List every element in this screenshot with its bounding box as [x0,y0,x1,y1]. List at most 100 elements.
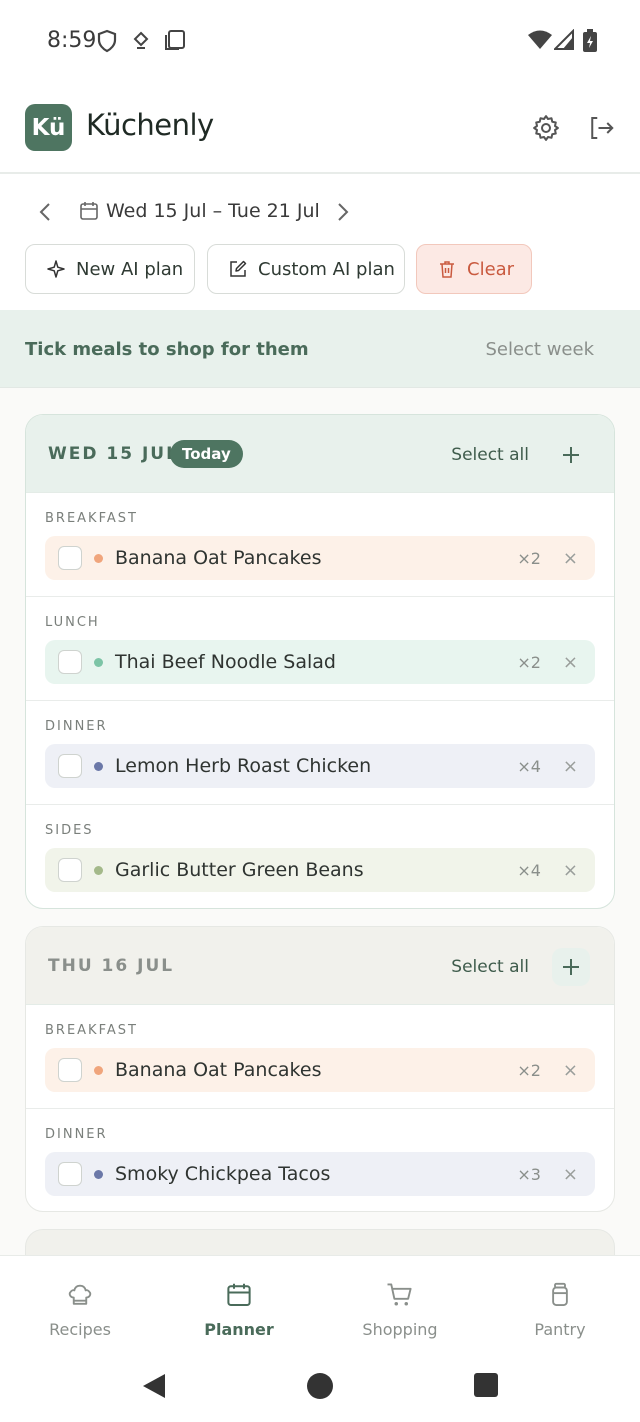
meal-slot-breakfast: BREAKFAST Banana Oat Pancakes ×2 × [26,1005,614,1109]
select-all-button[interactable]: Select all [451,445,529,465]
category-dot [94,1065,103,1075]
today-badge: Today [170,440,243,468]
screenshot-icon [164,29,186,56]
category-dot [94,865,103,875]
clear-label: Clear [467,258,515,280]
remove-meal-button[interactable]: × [563,548,578,569]
meal-checkbox[interactable] [58,546,82,570]
select-week-button[interactable]: Select week [485,339,594,360]
nav-planner[interactable]: Planner [159,1256,319,1356]
meal-checkbox[interactable] [58,1162,82,1186]
remove-meal-button[interactable]: × [563,1164,578,1185]
settings-button[interactable] [530,112,562,144]
meal-item[interactable]: Lemon Herb Roast Chicken ×4 × [45,744,595,788]
remove-meal-button[interactable]: × [563,652,578,673]
back-icon[interactable] [141,1372,167,1400]
shopping-cart-icon [385,1280,415,1315]
logout-button[interactable] [585,112,617,144]
meal-servings: ×4 [517,860,541,880]
recents-icon[interactable] [474,1373,498,1397]
meal-servings: ×2 [517,1060,541,1080]
shopping-hint-bar: Tick meals to shop for them Select week [0,310,640,388]
remove-meal-button[interactable]: × [563,756,578,777]
meal-checkbox[interactable] [58,1058,82,1082]
calendar-icon [79,201,99,226]
meal-item[interactable]: Smoky Chickpea Tacos ×3 × [45,1152,595,1196]
logout-icon [591,117,614,139]
sparkle-icon [47,260,65,278]
home-icon[interactable] [306,1372,334,1400]
day-card: THU 16 JUL Select all BREAKFAST Banana O… [25,926,615,1212]
category-dot [94,657,103,667]
app-title: Küchenly [86,108,214,142]
meal-checkbox[interactable] [58,858,82,882]
meal-servings: ×2 [517,652,541,672]
add-meal-button[interactable] [552,948,590,986]
day-card: WED 15 JUL Today Select all BREAKFAST Ba… [25,414,615,909]
nav-recipes[interactable]: Recipes [0,1256,160,1356]
meal-name[interactable]: Thai Beef Noodle Salad [115,651,517,673]
status-time: 8:59 [47,28,97,53]
data-saver-icon [132,29,150,58]
add-meal-button[interactable] [552,436,590,474]
clear-button[interactable]: Clear [416,244,532,294]
edit-icon [230,260,247,277]
week-navigation: Wed 15 Jul – Tue 21 Jul New AI plan Cust… [0,174,640,310]
day-header: WED 15 JUL Today Select all [26,415,614,493]
chevron-left-icon [39,203,50,221]
trash-icon [440,261,454,278]
jar-icon [545,1280,575,1315]
new-ai-plan-button[interactable]: New AI plan [25,244,195,294]
system-navigation [0,1355,640,1422]
day-header: THU 16 JUL Select all [26,927,614,1005]
meal-slot-dinner: DINNER Lemon Herb Roast Chicken ×4 × [26,701,614,805]
calendar-icon [224,1280,254,1315]
day-title: WED 15 JUL [48,444,179,464]
nav-recipes-label: Recipes [49,1320,111,1339]
meal-item[interactable]: Thai Beef Noodle Salad ×2 × [45,640,595,684]
slot-label: BREAKFAST [45,511,138,526]
slot-label: SIDES [45,823,94,838]
meal-servings: ×3 [517,1164,541,1184]
nav-shopping[interactable]: Shopping [320,1256,480,1356]
week-range-label[interactable]: Wed 15 Jul – Tue 21 Jul [106,200,320,222]
custom-ai-plan-button[interactable]: Custom AI plan [207,244,405,294]
nav-planner-label: Planner [204,1320,274,1339]
hint-text: Tick meals to shop for them [25,339,309,360]
chevron-right-icon [338,203,349,221]
category-dot [94,761,103,771]
day-title: THU 16 JUL [48,956,175,976]
custom-ai-plan-label: Custom AI plan [258,258,395,280]
meal-name[interactable]: Lemon Herb Roast Chicken [115,755,517,777]
meal-checkbox[interactable] [58,650,82,674]
meal-name[interactable]: Banana Oat Pancakes [115,547,517,569]
signal-icon [552,28,574,56]
meal-item[interactable]: Banana Oat Pancakes ×2 × [45,1048,595,1092]
meal-name[interactable]: Smoky Chickpea Tacos [115,1163,517,1185]
nav-pantry[interactable]: Pantry [480,1256,640,1356]
previous-week-button[interactable] [33,200,57,224]
meal-name[interactable]: Banana Oat Pancakes [115,1059,517,1081]
meal-slot-lunch: LUNCH Thai Beef Noodle Salad ×2 × [26,597,614,701]
wifi-icon [527,29,553,56]
meal-checkbox[interactable] [58,754,82,778]
meal-slot-dinner: DINNER Smoky Chickpea Tacos ×3 × [26,1109,614,1211]
slot-label: LUNCH [45,615,100,630]
slot-label: DINNER [45,1127,108,1142]
meal-item[interactable]: Garlic Butter Green Beans ×4 × [45,848,595,892]
remove-meal-button[interactable]: × [563,860,578,881]
nav-pantry-label: Pantry [534,1320,586,1339]
meal-name[interactable]: Garlic Butter Green Beans [115,859,517,881]
shield-icon [96,29,118,58]
select-all-button[interactable]: Select all [451,957,529,977]
gear-icon [533,115,559,141]
app-header: Kü Küchenly [0,82,640,174]
meal-servings: ×2 [517,548,541,568]
next-week-button[interactable] [331,200,355,224]
remove-meal-button[interactable]: × [563,1060,578,1081]
plus-icon [563,959,579,975]
meal-slot-breakfast: BREAKFAST Banana Oat Pancakes ×2 × [26,493,614,597]
meal-item[interactable]: Banana Oat Pancakes ×2 × [45,536,595,580]
chef-hat-icon [65,1280,95,1315]
slot-label: DINNER [45,719,108,734]
